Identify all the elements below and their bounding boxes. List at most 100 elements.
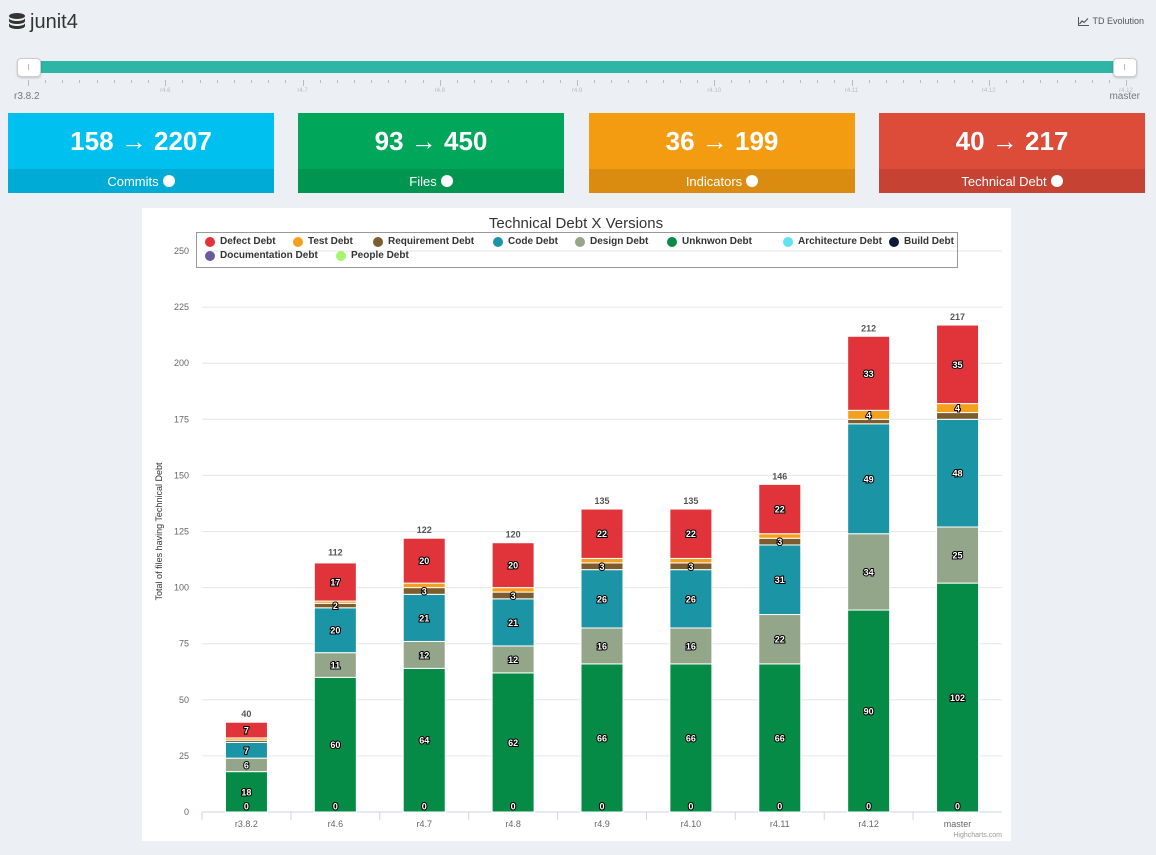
slider-tick [148,80,150,83]
legend-marker [373,236,383,247]
legend-label: People Debt [351,250,409,261]
slider-tick [113,80,115,83]
slider-tick-label: r4.7 [297,88,308,94]
slider-tick [817,80,819,83]
stack-total-label: 212 [861,323,876,333]
legend-item[interactable]: People Debt [336,250,409,261]
slider-tick [782,80,784,83]
slider-tick [1005,80,1007,83]
legend-item[interactable]: Defect Debt [205,236,276,247]
data-label: 0 [955,802,960,812]
legend-item[interactable]: Requirement Debt [373,236,474,247]
slider-tick-label: r4.8 [434,88,445,94]
legend-marker [336,250,346,261]
app-header: junit4 [8,8,78,36]
y-tick-label: 125 [174,527,189,537]
slider-tick [28,80,29,86]
x-tick-label: r4.11 [770,819,790,829]
legend-label: Architecture Debt [798,236,882,247]
slider-tick [679,80,681,83]
legend-item[interactable]: Build Debt [889,236,954,247]
slider-tick [920,80,922,83]
y-tick-label: 25 [179,751,189,761]
technical-debt-link[interactable]: Technical Debt ➜ [879,169,1145,193]
data-label: 26 [597,594,607,604]
slider-tick [165,80,167,86]
slider-tick [268,80,270,83]
slider-tick [79,80,81,83]
slider-tick [988,80,990,86]
slider-tick [834,80,836,83]
legend-item[interactable]: Design Debt [575,236,648,247]
x-tick-label: r4.7 [416,819,432,829]
data-label: 12 [419,650,429,660]
indicators-link[interactable]: Indicators ➜ [589,169,855,193]
slider-end-handle[interactable] [1113,58,1137,77]
slider-tick [45,80,47,83]
legend-item[interactable]: Documentation Debt [205,250,318,261]
version-range-slider[interactable]: r3.8.2 master r4.6 r4.7 r4.8 r4.9 r4.10 r4.11… [14,58,1140,102]
slider-tick [937,80,939,83]
stack-total-label: 40 [241,709,251,719]
slider-tick [1108,80,1110,83]
data-label: 48 [953,469,963,479]
data-label: 102 [950,693,965,703]
legend-label: Code Debt [508,236,558,247]
slider-tick [1057,80,1059,83]
slider-tick-label: r4.9 [571,88,583,94]
data-label: 0 [244,802,249,812]
chart-title: Technical Debt X Versions [489,215,663,232]
y-tick-label: 225 [174,302,189,312]
data-label: 31 [775,575,785,585]
slider-start-handle[interactable] [17,58,41,77]
slider-tick-label: r4.12 [981,88,996,94]
data-label: 20 [508,561,518,571]
legend-item[interactable]: Unknwon Debt [667,236,752,247]
slider-tick [439,80,441,86]
data-label: 7 [244,726,249,736]
slider-tick [422,80,424,83]
y-tick-label: 50 [179,695,189,705]
data-label: 3 [688,562,693,572]
data-label: 64 [419,736,429,746]
data-label: 2 [333,601,338,611]
slider-tick [1126,80,1127,86]
slider-tick [233,80,235,83]
data-label: 90 [864,707,874,717]
legend-item[interactable]: Code Debt [493,236,558,247]
files-link[interactable]: Files ➜ [298,169,564,193]
legend-item[interactable]: Test Debt [293,236,353,247]
commits-label: Commits [107,173,159,189]
slider-range-bar[interactable] [28,61,1126,73]
technical-debt-card: 40 → 217 Technical Debt ➜ [879,113,1145,193]
y-tick-label: 175 [174,414,189,424]
slider-tick [868,80,870,83]
slider-tick-label: r4.11 [844,88,859,94]
slider-tick [628,80,630,83]
slider-tick [285,80,287,83]
files-label: Files [409,173,437,189]
data-label: 0 [688,802,693,812]
legend-label: Requirement Debt [388,236,475,247]
slider-ticks [28,80,1127,86]
indicators-label: Indicators [685,173,743,189]
slider-tick [645,80,647,83]
slider-tick [1091,80,1093,83]
data-label: 4 [866,410,871,420]
legend-item[interactable]: Architecture Debt [783,236,882,247]
stack-total-label: 120 [506,530,521,540]
technical-debt-value: 40 → 217 [955,125,1069,156]
y-axis-title: Total of files having Technical Debt [154,462,164,600]
td-evolution-link[interactable]: TD Evolution [1078,16,1144,26]
stack-total-label: 217 [950,312,965,322]
slider-tick [697,80,699,83]
data-label: 62 [508,738,518,748]
slider-tick [765,80,767,83]
slider-tick [353,80,355,83]
x-tick-label: master [944,819,972,829]
commits-link[interactable]: Commits ➜ [8,169,274,193]
slider-tick [542,80,544,83]
slider-tick [1040,80,1042,83]
legend-label: Unknwon Debt [682,236,752,247]
data-label: 6 [244,760,249,770]
